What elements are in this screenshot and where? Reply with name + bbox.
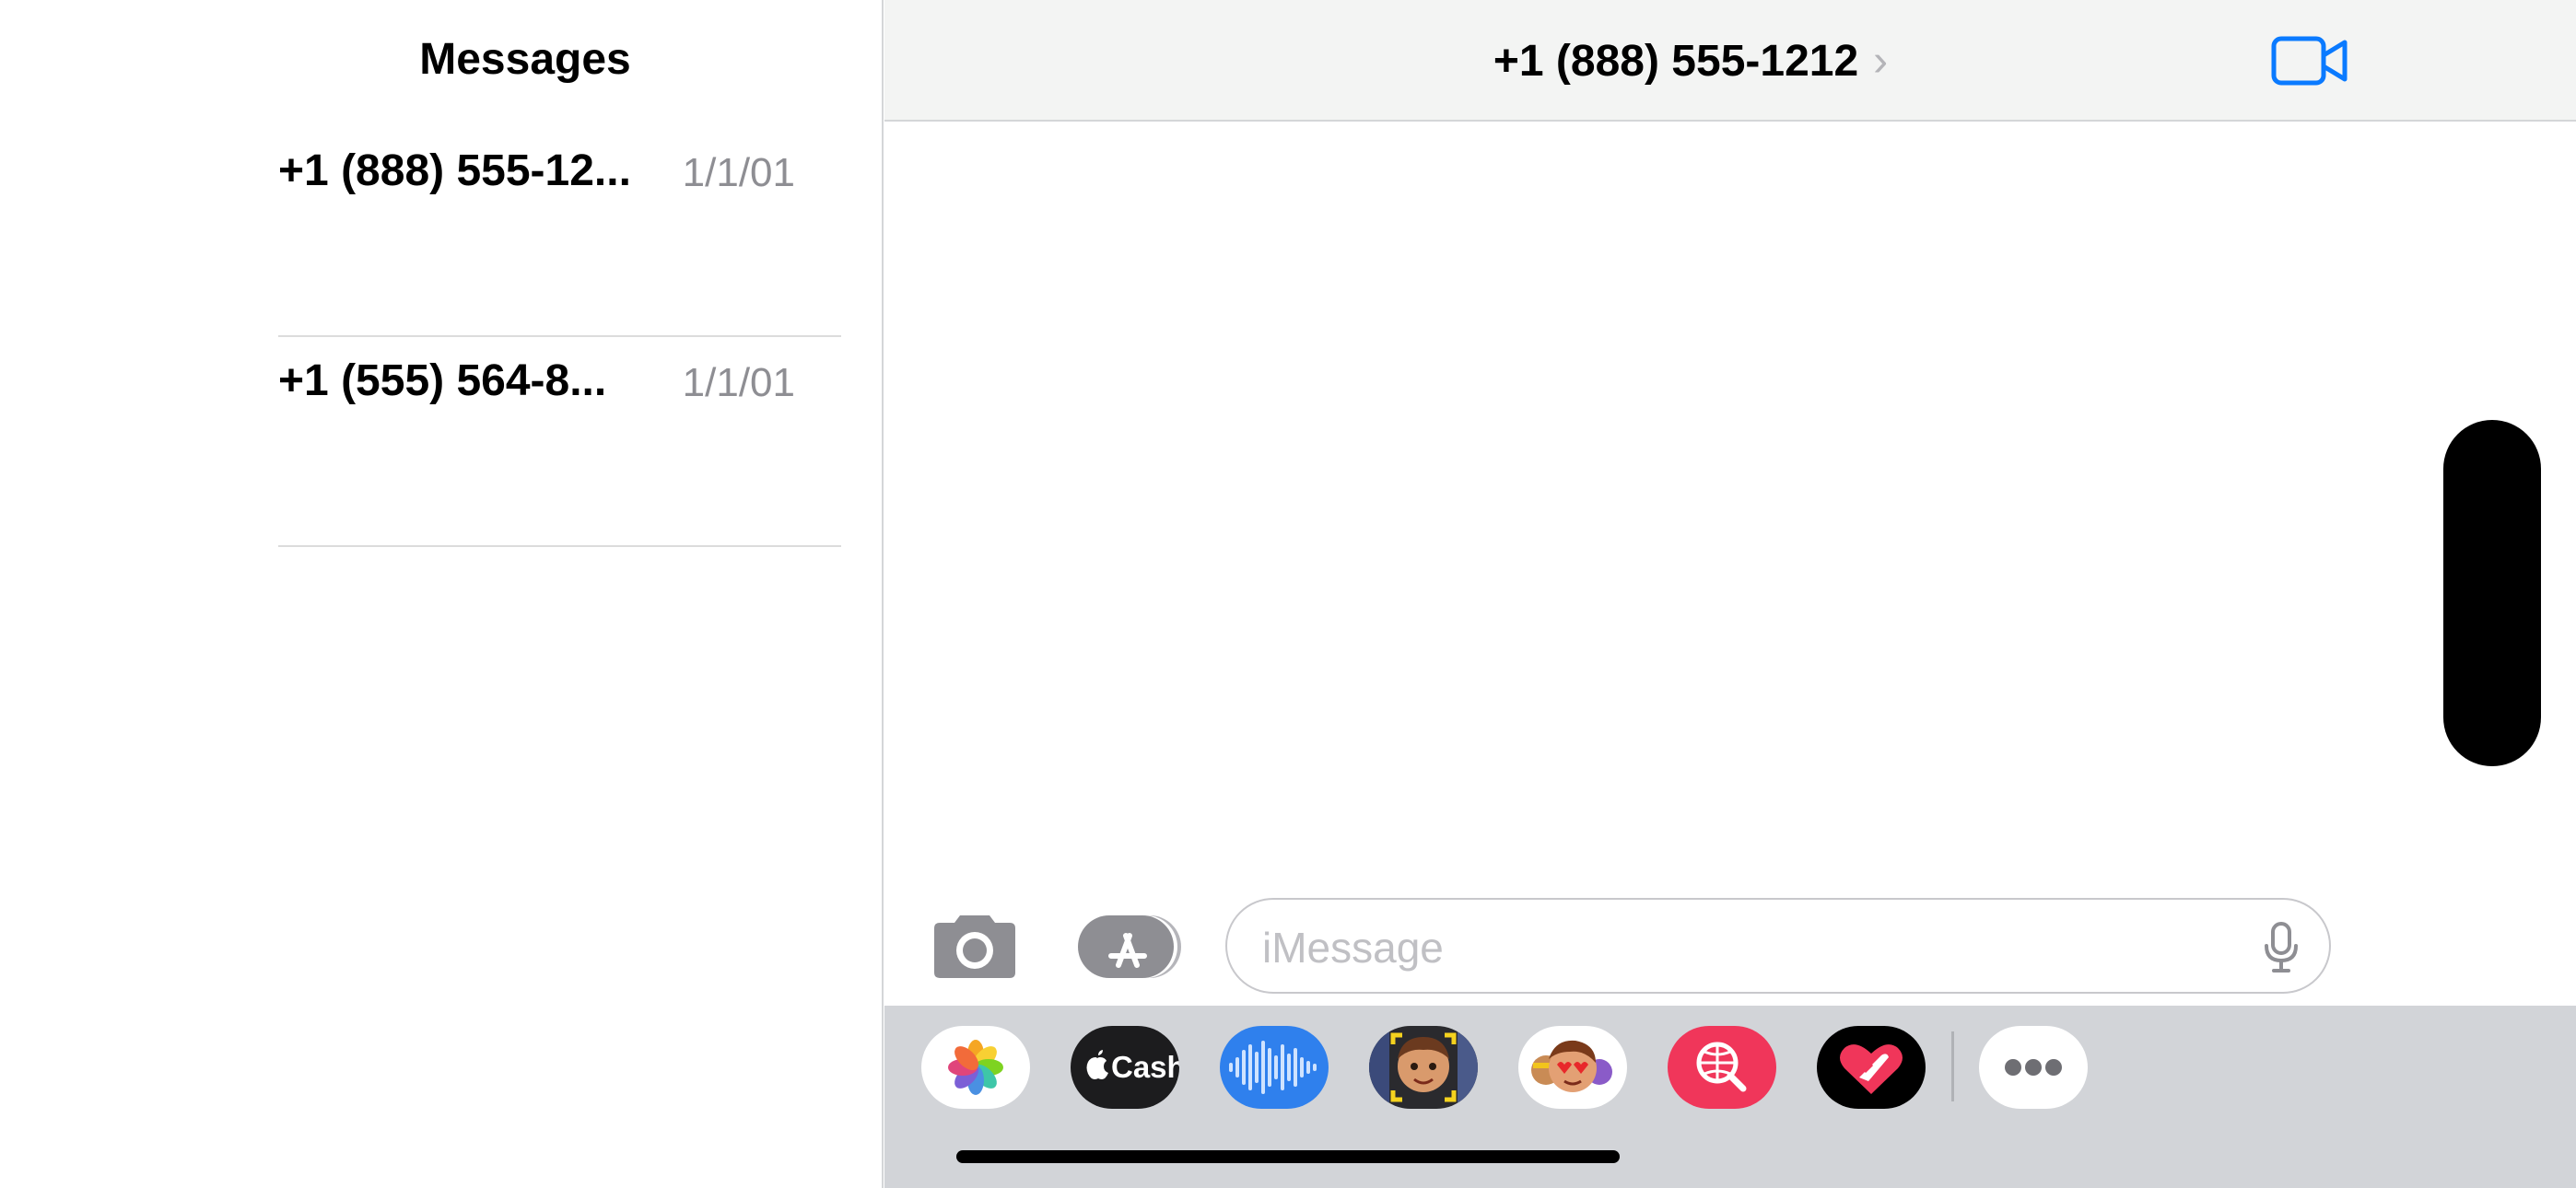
contact-title[interactable]: +1 (888) 555-1212 › — [884, 29, 2497, 94]
drawer-divider — [1951, 1031, 1954, 1101]
memoji-stickers-icon[interactable] — [1369, 1026, 1478, 1109]
contact-name: +1 (888) 555-1212 — [1493, 37, 1859, 86]
camera-icon[interactable] — [932, 912, 1017, 980]
apple-cash-icon[interactable]: Cash — [1071, 1026, 1179, 1109]
chevron-right-icon: › — [1873, 37, 1889, 86]
animoji-icon[interactable] — [1518, 1026, 1627, 1109]
conversation-item[interactable]: +1 (888) 555-12... 1/1/01 — [278, 127, 841, 337]
apple-cash-label: Cash — [1111, 1050, 1179, 1084]
conversation-sidebar: Messages +1 (888) 555-12... 1/1/01 +1 (5… — [0, 0, 884, 1188]
digital-touch-icon[interactable] — [1817, 1026, 1926, 1109]
message-placeholder: iMessage — [1262, 924, 1444, 972]
messages-app: Messages +1 (888) 555-12... 1/1/01 +1 (5… — [0, 0, 2576, 1188]
conversation-item[interactable]: +1 (555) 564-8... 1/1/01 — [278, 337, 841, 547]
microphone-icon[interactable] — [2263, 922, 2300, 973]
scroll-handle[interactable] — [2443, 420, 2541, 766]
more-apps-icon[interactable] — [1979, 1026, 2088, 1109]
conversation-pane: +1 (888) 555-1212 › iMessage Cash — [884, 0, 2576, 1188]
conversation-date: 1/1/01 — [682, 360, 795, 405]
home-indicator[interactable] — [956, 1150, 1620, 1163]
app-drawer: Cash — [884, 1006, 2576, 1188]
image-search-icon[interactable] — [1668, 1026, 1776, 1109]
conversation-name: +1 (555) 564-8... — [278, 356, 607, 405]
app-store-icon[interactable] — [1076, 914, 1183, 980]
audio-message-icon[interactable] — [1220, 1026, 1329, 1109]
conversation-date: 1/1/01 — [682, 150, 795, 195]
conversation-list: +1 (888) 555-12... 1/1/01 +1 (555) 564-8… — [278, 127, 841, 547]
conversation-name: +1 (888) 555-12... — [278, 146, 631, 195]
message-input[interactable]: iMessage — [1225, 898, 2331, 994]
conversation-header: +1 (888) 555-1212 › — [884, 0, 2576, 122]
photos-icon[interactable] — [921, 1026, 1030, 1109]
video-call-icon[interactable] — [2271, 33, 2348, 88]
